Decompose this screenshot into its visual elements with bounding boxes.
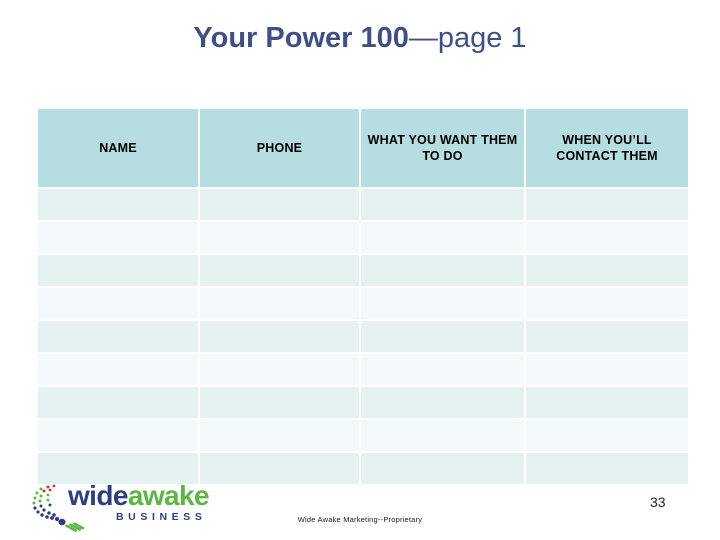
cell-when[interactable] <box>526 288 688 319</box>
cell-name[interactable] <box>38 189 198 220</box>
column-header-phone: PHONE <box>200 109 359 187</box>
page-number: 33 <box>650 494 666 510</box>
cell-what[interactable] <box>361 222 524 253</box>
cell-name[interactable] <box>38 255 198 286</box>
wide-awake-business-logo: wideawake BUSINESS <box>28 480 233 536</box>
table-header: NAME PHONE WHAT YOU WANT THEM TO DO WHEN… <box>38 109 688 187</box>
cell-phone[interactable] <box>200 387 359 418</box>
cell-phone[interactable] <box>200 288 359 319</box>
cell-when[interactable] <box>526 189 688 220</box>
table-row[interactable] <box>38 189 688 220</box>
logo-wordmark: wideawake <box>68 480 210 511</box>
cell-phone[interactable] <box>200 354 359 385</box>
cell-when[interactable] <box>526 420 688 451</box>
page-title-main: Your Power 100 <box>193 22 409 54</box>
cell-name[interactable] <box>38 387 198 418</box>
cell-what[interactable] <box>361 387 524 418</box>
column-header-when-youll-contact-them: WHEN YOU’LL CONTACT THEM <box>526 109 688 187</box>
cell-phone[interactable] <box>200 189 359 220</box>
table-row[interactable] <box>38 288 688 319</box>
column-header-what-you-want-them-to-do: WHAT YOU WANT THEM TO DO <box>361 109 524 187</box>
page-title-subtitle: —page 1 <box>408 22 527 54</box>
cell-name[interactable] <box>38 288 198 319</box>
cell-what[interactable] <box>361 354 524 385</box>
table-row[interactable] <box>38 354 688 385</box>
cell-what[interactable] <box>361 189 524 220</box>
cell-when[interactable] <box>526 321 688 352</box>
cell-name[interactable] <box>38 321 198 352</box>
cell-when[interactable] <box>526 255 688 286</box>
logo-word-awake: awake <box>127 480 210 511</box>
table-row[interactable] <box>38 255 688 286</box>
cell-phone[interactable] <box>200 420 359 451</box>
cell-name[interactable] <box>38 354 198 385</box>
cell-phone[interactable] <box>200 255 359 286</box>
page-title: Your Power 100—page 1 <box>36 22 684 55</box>
cell-what[interactable] <box>361 420 524 451</box>
logo-word-wide: wide <box>68 480 128 511</box>
table-body <box>38 189 688 484</box>
cell-phone[interactable] <box>200 321 359 352</box>
table-row[interactable] <box>38 387 688 418</box>
table-row[interactable] <box>38 222 688 253</box>
cell-what[interactable] <box>361 255 524 286</box>
cell-phone[interactable] <box>200 222 359 253</box>
column-header-name: NAME <box>38 109 198 187</box>
footer-proprietary-note: Wide Awake Marketing--Proprietary <box>297 515 423 524</box>
cell-what[interactable] <box>361 321 524 352</box>
cell-name[interactable] <box>38 420 198 451</box>
cell-when[interactable] <box>526 222 688 253</box>
cell-what[interactable] <box>361 288 524 319</box>
cell-when[interactable] <box>526 387 688 418</box>
cell-when[interactable] <box>526 354 688 385</box>
table-header-row: NAME PHONE WHAT YOU WANT THEM TO DO WHEN… <box>38 109 688 187</box>
cell-what[interactable] <box>361 453 524 484</box>
power-100-table: NAME PHONE WHAT YOU WANT THEM TO DO WHEN… <box>36 107 690 486</box>
table-row[interactable] <box>38 420 688 451</box>
table-row[interactable] <box>38 321 688 352</box>
cell-when[interactable] <box>526 453 688 484</box>
cell-name[interactable] <box>38 222 198 253</box>
